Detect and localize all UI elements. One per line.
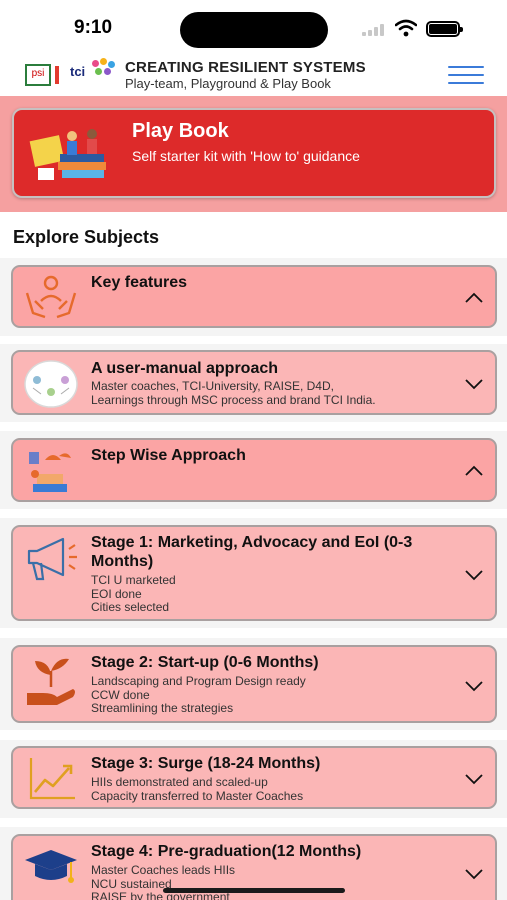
wifi-icon	[395, 19, 417, 37]
signal-icon	[362, 24, 386, 36]
card-title: Key features	[91, 274, 188, 291]
step-wise-icon	[29, 452, 71, 492]
card-title: Stage 4: Pre-graduation(12 Months)	[91, 843, 362, 860]
play-book-banner[interactable]: Play Book Self starter kit with 'How to'…	[12, 108, 496, 198]
card-title: Stage 1: Marketing, Advocacy and EoI (0-…	[91, 534, 413, 570]
chevron-down-icon[interactable]	[465, 378, 483, 390]
tci-logo: tci	[70, 64, 86, 79]
home-indicator[interactable]	[163, 888, 345, 893]
chevron-up-icon[interactable]	[465, 465, 483, 477]
section-title: Explore Subjects	[13, 227, 160, 247]
card-description: Master coaches, TCI-University, RAISE, D…	[91, 379, 376, 407]
app-header: psi tci CREATING RESILIENT SYSTEMS Play-…	[0, 54, 507, 96]
hamburger-menu-icon[interactable]	[448, 66, 484, 84]
user-manual-icon	[24, 360, 78, 408]
card-key-features[interactable]: Key features	[11, 265, 497, 328]
card-description: Landscaping and Program Design ready CCW…	[91, 674, 306, 715]
card-title: Stage 2: Start-up (0-6 Months)	[91, 654, 319, 671]
banner-subtitle: Self starter kit with 'How to' guidance	[132, 148, 360, 164]
megaphone-icon	[27, 537, 77, 581]
chevron-up-icon[interactable]	[465, 292, 483, 304]
card-stage-3[interactable]: Stage 3: Surge (18-24 Months) HIIs demon…	[11, 746, 497, 809]
card-user-manual[interactable]: A user-manual approach Master coaches, T…	[11, 350, 497, 415]
status-bar: 9:10	[0, 0, 507, 54]
card-title: A user-manual approach	[91, 360, 279, 377]
psi-logo: psi	[25, 64, 59, 86]
plant-hand-icon	[27, 658, 75, 705]
card-description: TCI U marketed EOI done Cities selected	[91, 573, 176, 614]
chevron-down-icon[interactable]	[465, 773, 483, 785]
banner-area: Play Book Self starter kit with 'How to'…	[0, 96, 507, 212]
chevron-down-icon[interactable]	[465, 569, 483, 581]
app-title: CREATING RESILIENT SYSTEMS	[125, 59, 366, 76]
dynamic-island	[180, 12, 328, 48]
status-time: 9:10	[74, 17, 113, 38]
graduation-cap-icon	[25, 850, 77, 883]
tci-logo-mark	[90, 58, 118, 80]
card-title: Stage 3: Surge (18-24 Months)	[91, 755, 321, 772]
card-description: Master Coaches leads HIIs NCU sustained …	[91, 863, 236, 900]
card-description: HIIs demonstrated and scaled-up Capacity…	[91, 775, 304, 803]
books-illustration-icon	[29, 129, 106, 180]
chevron-down-icon[interactable]	[465, 868, 483, 880]
hands-person-icon	[25, 275, 77, 319]
card-title: Step Wise Approach	[91, 447, 246, 464]
growth-chart-icon	[29, 758, 75, 800]
battery-icon	[426, 21, 463, 37]
card-stage-1[interactable]: Stage 1: Marketing, Advocacy and EoI (0-…	[11, 525, 497, 621]
card-step-wise[interactable]: Step Wise Approach	[11, 438, 497, 502]
app-subtitle: Play-team, Playground & Play Book	[125, 76, 331, 91]
chevron-down-icon[interactable]	[465, 680, 483, 692]
card-stage-2[interactable]: Stage 2: Start-up (0-6 Months) Landscapi…	[11, 645, 497, 723]
banner-title: Play Book	[132, 120, 229, 142]
